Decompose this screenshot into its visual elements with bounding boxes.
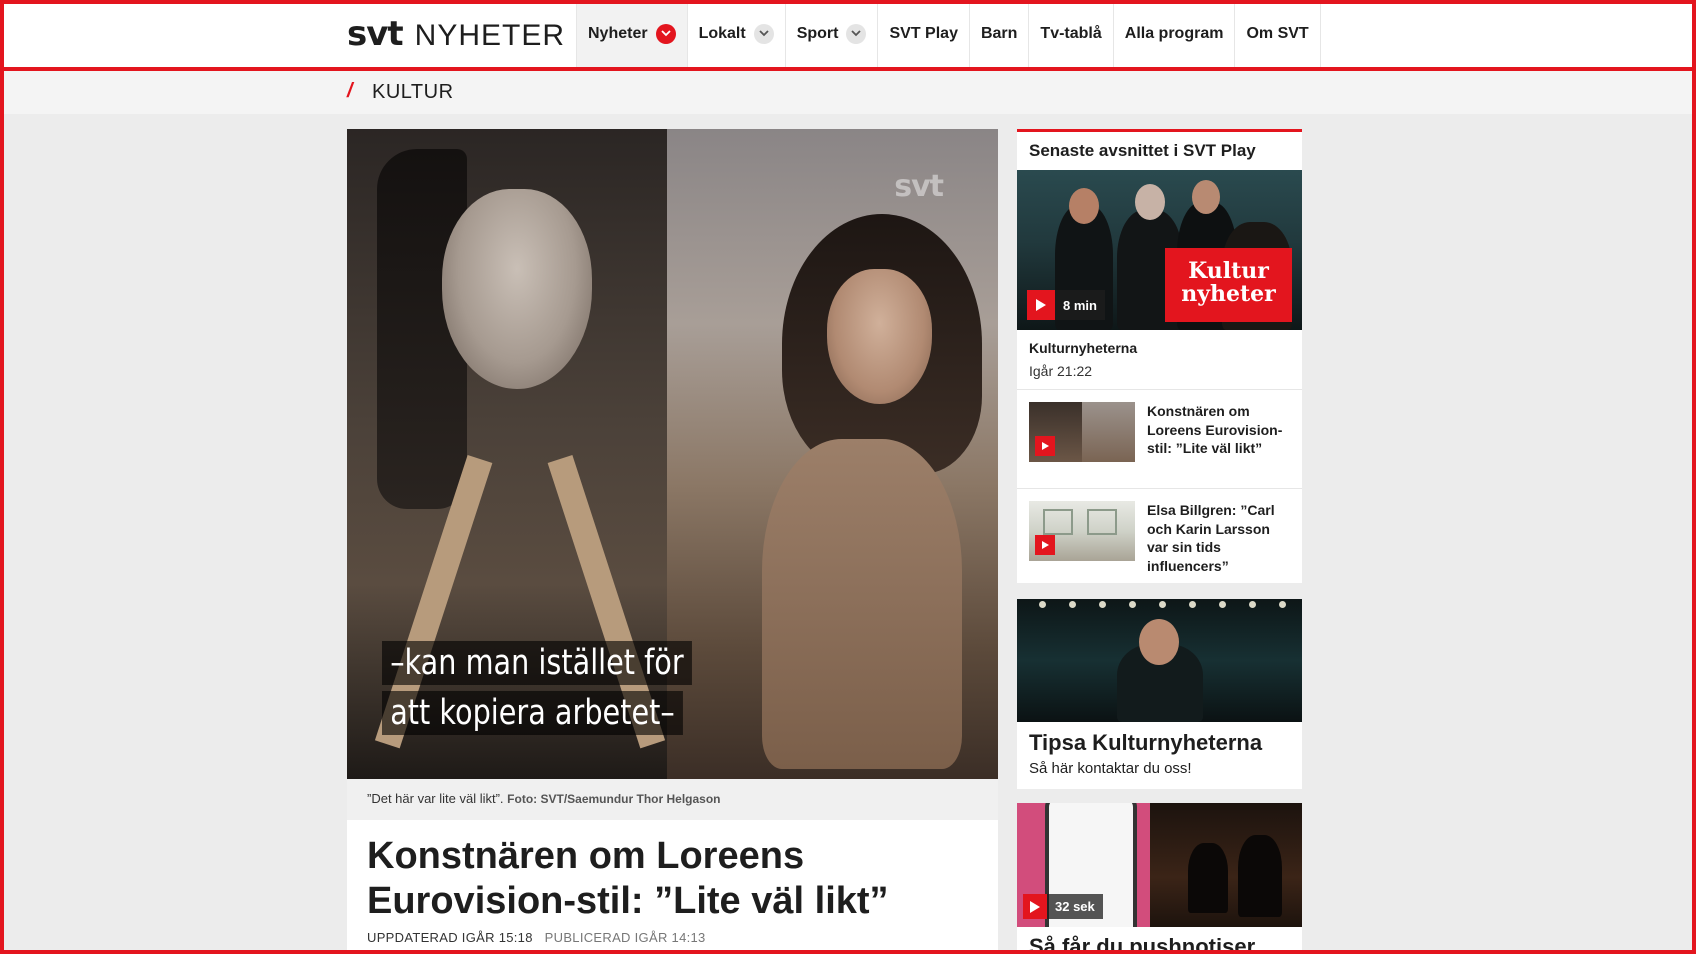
breadcrumb-kultur[interactable]: KULTUR — [372, 81, 454, 104]
nav-item-nyheter[interactable]: Nyheter — [576, 0, 687, 67]
video-subtitles: –kan man istället för att kopiera arbete… — [382, 641, 760, 741]
duration-text: 32 sek — [1055, 899, 1095, 914]
nav-item-om-svt[interactable]: Om SVT — [1234, 0, 1321, 67]
light-dot — [1219, 601, 1226, 608]
breadcrumb: / KULTUR — [4, 71, 1692, 114]
nav-label: Om SVT — [1246, 24, 1309, 42]
tip-subtitle: Så här kontaktar du oss! — [1029, 760, 1192, 777]
svt-play-card: Senaste avsnittet i SVT Play Kultur nyhe… — [1017, 129, 1302, 583]
thumb-window — [1087, 509, 1117, 535]
clip-thumbnail — [1029, 402, 1135, 462]
image-caption: ”Det här var lite väl likt”. Foto: SVT/S… — [347, 779, 998, 820]
subtitle-line: att kopiera arbetet– — [382, 691, 683, 735]
light-dot — [1159, 601, 1166, 608]
tip-card[interactable]: Tipsa Kulturnyheterna Så här kontaktar d… — [1017, 599, 1302, 789]
play-icon[interactable] — [1023, 894, 1047, 919]
hero-image[interactable]: svt –kan man istället för att kopiera ar… — [347, 129, 998, 779]
clip-thumbnail — [1029, 501, 1135, 561]
photo-credit: Foto: SVT/Saemundur Thor Helgason — [507, 792, 721, 806]
person-head — [1192, 180, 1220, 214]
svt-watermark: svt — [894, 169, 944, 204]
person-head — [1135, 184, 1165, 220]
nav-label: Alla program — [1124, 24, 1224, 42]
published-time: PUBLICERAD IGÅR 14:13 — [544, 930, 706, 945]
push-thumbnail: 32 sek — [1017, 803, 1302, 927]
nav-item-sport[interactable]: Sport — [784, 0, 878, 67]
caption-text: ”Det här var lite väl likt”. — [367, 791, 504, 806]
tip-thumbnail — [1017, 599, 1302, 722]
article-header: Konstnären om Loreens Eurovision-stil: ”… — [347, 820, 998, 954]
thumb-window — [1043, 509, 1073, 535]
person-shape — [1188, 843, 1228, 913]
list-item[interactable]: Konstnären om Loreens Eurovision-stil: ”… — [1017, 389, 1302, 488]
nav-item-svt-play[interactable]: SVT Play — [877, 0, 968, 67]
nav-item-barn[interactable]: Barn — [968, 0, 1028, 67]
article-meta: UPPDATERAD IGÅR 15:18 PUBLICERAD IGÅR 14… — [367, 930, 978, 945]
article-headline: Konstnären om Loreens Eurovision-stil: ”… — [367, 835, 889, 922]
light-dot — [1279, 601, 1286, 608]
light-dot — [1129, 601, 1136, 608]
duration-text: 8 min — [1063, 297, 1097, 313]
push-thumb-right — [1150, 803, 1302, 927]
duration-badge: 32 sek — [1023, 894, 1103, 919]
episode-thumbnail[interactable]: Kultur nyheter 8 min — [1017, 170, 1302, 330]
play-icon — [1035, 436, 1055, 456]
nav-label: SVT Play — [889, 24, 958, 42]
updated-time: UPPDATERAD IGÅR 15:18 — [367, 930, 533, 945]
list-item[interactable]: Elsa Billgren: ”Carl och Karin Larsson v… — [1017, 488, 1302, 586]
tip-title: Tipsa Kulturnyheterna — [1029, 730, 1263, 755]
face-shape — [442, 189, 592, 389]
breadcrumb-slash: / — [347, 80, 353, 102]
nav-item-alla-program[interactable]: Alla program — [1112, 0, 1235, 67]
nav-item-tv-tabla[interactable]: Tv-tablå — [1028, 0, 1112, 67]
nav-label: Nyheter — [588, 24, 648, 42]
push-card[interactable]: 32 sek Så får du pushnotiser — [1017, 803, 1302, 954]
svt-nyheter-logo[interactable]: svt NYHETER — [347, 14, 565, 54]
nav-label: Sport — [796, 24, 839, 42]
play-icon — [1035, 535, 1055, 555]
light-dot — [1099, 601, 1106, 608]
push-title: Så får du pushnotiser — [1029, 934, 1256, 954]
light-dot — [1249, 601, 1256, 608]
card-title: Senaste avsnittet i SVT Play — [1029, 141, 1256, 160]
program-title[interactable]: Kulturnyheterna — [1029, 340, 1137, 356]
person-shape — [1238, 835, 1282, 917]
thumb-right — [1082, 402, 1135, 462]
chevron-down-icon[interactable] — [846, 23, 867, 44]
light-dot — [1189, 601, 1196, 608]
chevron-down-icon[interactable] — [753, 23, 774, 44]
nav-item-lokalt[interactable]: Lokalt — [686, 0, 785, 67]
clip-title: Elsa Billgren: ”Carl och Karin Larsson v… — [1147, 502, 1275, 574]
subtitle-line: –kan man istället för — [382, 641, 692, 685]
main-nav: Nyheter Lokalt Sport SVT Play Barn Tv-ta… — [576, 0, 1321, 67]
body-shape — [762, 439, 962, 769]
face-shape — [827, 269, 932, 404]
nav-label: Barn — [980, 24, 1018, 42]
light-dot — [1039, 601, 1046, 608]
nav-label: Lokalt — [698, 24, 746, 42]
clip-title: Konstnären om Loreens Eurovision-stil: ”… — [1147, 403, 1283, 456]
nav-label: Tv-tablå — [1040, 24, 1102, 42]
program-time: Igår 21:22 — [1029, 363, 1093, 379]
chevron-down-icon[interactable] — [655, 23, 676, 44]
play-icon[interactable] — [1027, 290, 1055, 320]
logo-svt: svt — [347, 14, 404, 54]
kulturnyheter-badge: Kultur nyheter — [1165, 248, 1292, 322]
light-dot — [1069, 601, 1076, 608]
person-head — [1069, 188, 1099, 224]
top-header: svt NYHETER Nyheter Lokalt Sport SVT Pla… — [0, 0, 1696, 71]
person-head — [1139, 619, 1179, 665]
duration-badge: 8 min — [1027, 290, 1105, 320]
logo-nyheter: NYHETER — [414, 19, 566, 52]
